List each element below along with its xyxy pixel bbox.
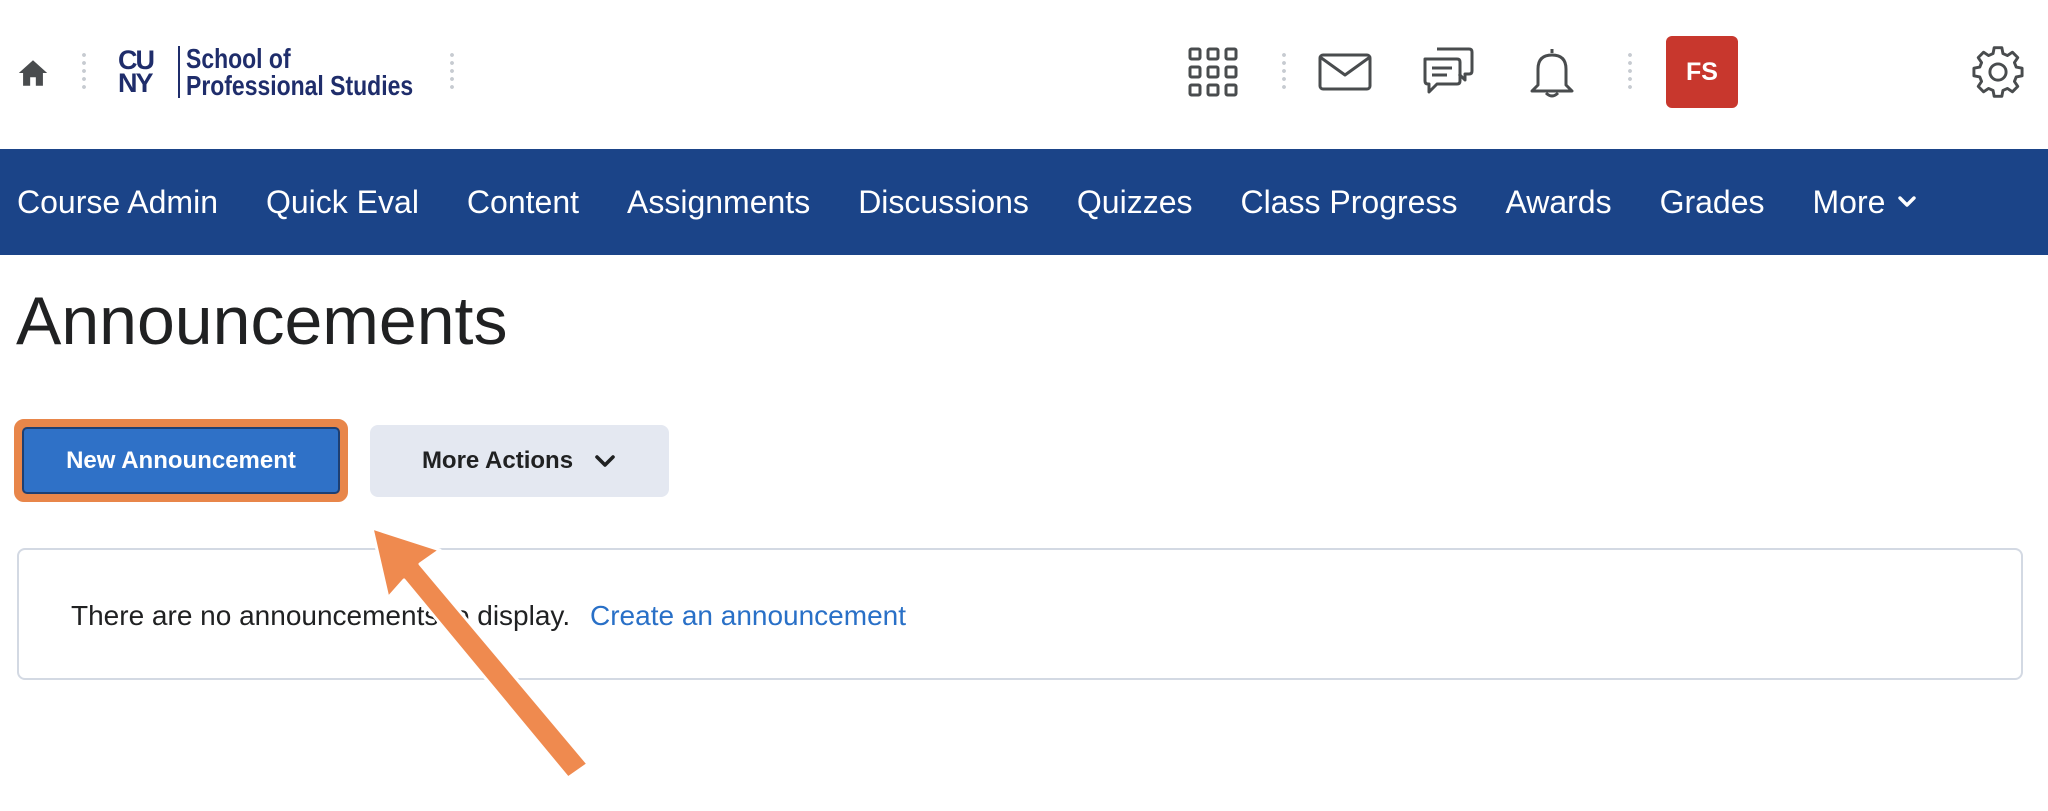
nav-more-label: More	[1812, 183, 1886, 220]
new-announcement-button[interactable]: New Announcement	[22, 427, 340, 494]
nav-class-progress[interactable]: Class Progress	[1241, 184, 1458, 221]
logo-text-line1: School of	[186, 43, 291, 74]
announcements-empty-panel: There are no announcements to display. C…	[17, 548, 2023, 680]
nav-discussions[interactable]: Discussions	[858, 184, 1029, 221]
top-header: CU NY School of Professional Studies FS	[0, 0, 2048, 149]
nav-more[interactable]: More	[1813, 184, 1918, 221]
logo-text-line2: Professional Studies	[186, 70, 414, 101]
logo-text: School of Professional Studies	[186, 43, 414, 101]
header-divider	[1628, 51, 1632, 93]
logo-divider	[178, 46, 180, 98]
nav-grades[interactable]: Grades	[1660, 184, 1765, 221]
course-navbar: Course Admin Quick Eval Content Assignme…	[0, 149, 2048, 255]
highlight-outline: New Announcement	[14, 419, 348, 502]
empty-message: There are no announcements to display.	[71, 600, 571, 631]
nav-quick-eval[interactable]: Quick Eval	[266, 184, 419, 221]
more-actions-button[interactable]: More Actions	[370, 425, 669, 497]
avatar[interactable]: FS	[1666, 36, 1738, 108]
page-title: Announcements	[16, 283, 508, 359]
header-divider	[450, 51, 454, 93]
home-icon[interactable]	[16, 56, 50, 90]
mail-icon[interactable]	[1317, 44, 1373, 100]
chevron-down-icon	[1898, 196, 1917, 207]
gear-icon[interactable]	[1970, 44, 2026, 100]
cuny-sps-logo[interactable]: CU NY School of Professional Studies	[118, 44, 463, 100]
logo-mark: CU NY	[118, 45, 155, 98]
chevron-down-icon	[595, 455, 615, 467]
nav-content[interactable]: Content	[467, 184, 579, 221]
nav-quizzes[interactable]: Quizzes	[1077, 184, 1193, 221]
nav-awards[interactable]: Awards	[1505, 184, 1611, 221]
more-actions-label: More Actions	[421, 447, 574, 474]
chat-icon[interactable]	[1420, 44, 1476, 100]
nav-assignments[interactable]: Assignments	[627, 184, 810, 221]
header-divider	[82, 51, 86, 93]
bell-icon[interactable]	[1524, 44, 1580, 100]
nav-course-admin[interactable]: Course Admin	[17, 184, 218, 221]
waffle-icon[interactable]	[1185, 44, 1241, 100]
create-announcement-link[interactable]: Create an announcement	[590, 600, 906, 632]
header-divider	[1282, 51, 1286, 93]
